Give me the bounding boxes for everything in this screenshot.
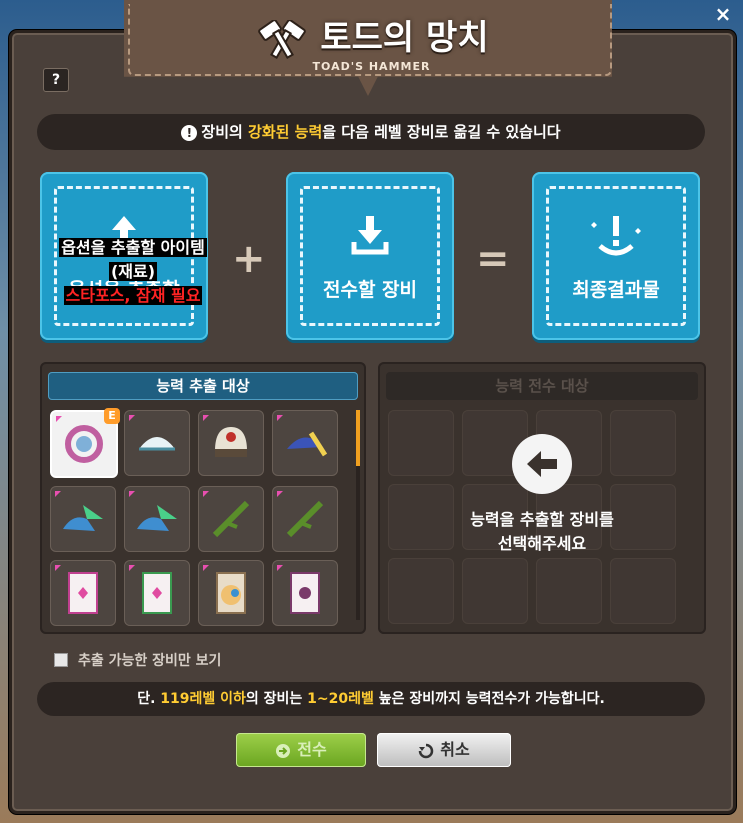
cancel-button-label: 취소: [440, 740, 470, 759]
arrow-left-icon: [512, 434, 572, 494]
sparkle-result-icon: [532, 212, 700, 264]
extract-panel: 능력 추출 대상 E: [40, 362, 366, 634]
white-card-icon: [290, 572, 320, 614]
target-slot-label: 전수할 장비: [322, 279, 417, 301]
annotation-line-3: 스타포스, 잠재 필요: [63, 286, 203, 305]
annotation-overlay: 옵션을 추출할 아이템 (재료) 스타포스, 잠재 필요: [34, 236, 232, 308]
app-background: { "window": { "title": "토드의 망치", "subtit…: [0, 0, 743, 823]
empty-cell: [610, 558, 676, 624]
scrollbar-thumb[interactable]: [356, 410, 360, 466]
item-cell[interactable]: [50, 486, 116, 552]
title-label: 토드의 망치: [320, 18, 489, 58]
item-cell[interactable]: [198, 560, 264, 626]
annotation-line-2: (재료): [108, 262, 158, 281]
item-cell[interactable]: [272, 486, 338, 552]
pink-card-icon: [142, 572, 172, 614]
item-cell[interactable]: [50, 560, 116, 626]
item-cell[interactable]: [124, 486, 190, 552]
result-item-slot: 최종결과물: [532, 172, 700, 340]
feather-hat-icon: [287, 431, 328, 457]
cancel-button[interactable]: 취소: [377, 733, 511, 767]
item-cell[interactable]: [124, 410, 190, 476]
window-subtitle: TOAD'S HAMMER: [312, 60, 431, 73]
notice-text-2: 을 다음 레벨 장비로 옮길 수 있습니다: [322, 123, 561, 141]
info-notice: ! 장비의 강화된 능력을 다음 레벨 장비로 옮길 수 있습니다: [37, 114, 705, 150]
help-button[interactable]: ?: [43, 68, 69, 92]
item-cell[interactable]: [272, 410, 338, 476]
filter-row: 추출 가능한 장비만 보기: [54, 650, 221, 670]
empty-state-line-1: 능력을 추출할 장비를: [470, 510, 614, 529]
filter-label: 추출 가능한 장비만 보기: [78, 653, 222, 669]
transfer-button[interactable]: 전수: [236, 733, 366, 767]
bandana-icon: [139, 437, 175, 451]
rule-highlight-1: 119레벨 이하: [160, 691, 246, 707]
rule-text-3: 높은 장비까지 능력전수가 가능합니다.: [373, 691, 605, 707]
arrow-right-circle-icon: [276, 743, 291, 758]
rule-text-1: 단.: [137, 691, 161, 707]
result-slot-label: 최종결과물: [572, 279, 660, 301]
extract-item-grid: E: [50, 408, 338, 626]
branch-weapon-icon: [212, 500, 250, 538]
winged-shoes-icon: [137, 505, 177, 531]
emblem-ring-icon: [65, 425, 103, 463]
branch-weapon-icon: [286, 500, 324, 538]
transfer-panel: 능력 전수 대상 능력을 추출할 장비를 선택해주세요: [378, 362, 706, 634]
transfer-button-label: 전수: [297, 740, 327, 759]
empty-cell: [388, 558, 454, 624]
empty-cell: [536, 558, 602, 624]
item-cell[interactable]: [198, 486, 264, 552]
item-list-scrollbar[interactable]: [356, 410, 360, 620]
winged-shoes-icon: [63, 505, 103, 531]
item-cell[interactable]: [198, 410, 264, 476]
rule-highlight-2: 1~20레벨: [307, 691, 374, 707]
notice-text-1: 장비의: [201, 123, 249, 141]
rule-text-2: 의 장비는: [245, 691, 308, 707]
download-icon: [286, 212, 454, 260]
empty-cell: [462, 558, 528, 624]
equals-sign: =: [476, 236, 510, 282]
helmet-icon: [215, 427, 247, 457]
item-cell[interactable]: [272, 560, 338, 626]
transfer-panel-header: 능력 전수 대상: [386, 372, 698, 400]
item-cell-selected[interactable]: E: [50, 408, 120, 478]
pink-card-icon: [68, 572, 98, 614]
crossed-hammers-icon: [258, 19, 307, 59]
exclamation-icon: !: [181, 125, 198, 141]
annotation-line-1: 옵션을 추출할 아이템: [59, 238, 207, 257]
target-item-slot[interactable]: 전수할 장비: [286, 172, 454, 340]
notice-highlight: 강화된 능력: [248, 123, 323, 141]
undo-icon: [419, 743, 434, 758]
face-card-icon: [216, 572, 246, 614]
window-title: 토드의 망치: [0, 10, 743, 60]
extract-panel-header: 능력 추출 대상: [48, 372, 358, 400]
plus-sign: +: [232, 236, 266, 282]
empty-state: 능력을 추출할 장비를 선택해주세요: [378, 434, 706, 556]
empty-state-line-2: 선택해주세요: [497, 534, 587, 553]
item-cell[interactable]: [124, 560, 190, 626]
level-rule-note: 단. 119레벨 이하의 장비는 1~20레벨 높은 장비까지 능력전수가 가능…: [37, 682, 705, 716]
filter-checkbox[interactable]: [54, 653, 68, 667]
